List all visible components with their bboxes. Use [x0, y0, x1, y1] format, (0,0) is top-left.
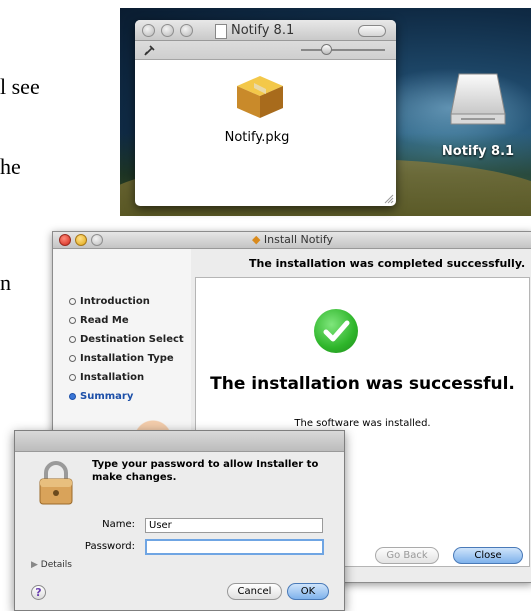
step-bullet-icon — [69, 393, 76, 400]
doc-text-fragment: n — [0, 270, 11, 295]
step-label: Introduction — [80, 296, 150, 307]
step-label: Destination Select — [80, 334, 184, 345]
minimize-window-button[interactable] — [161, 24, 174, 37]
step-introduction: Introduction — [69, 296, 150, 307]
success-title: The installation was successful. — [210, 374, 515, 394]
disclosure-triangle-icon: ▶ — [31, 560, 38, 570]
password-label: Password: — [84, 541, 135, 552]
step-bullet-icon — [69, 336, 76, 343]
step-destination-select: Destination Select — [69, 334, 184, 345]
action-icon[interactable] — [144, 44, 156, 56]
resize-grip-icon[interactable] — [384, 194, 394, 204]
help-button[interactable]: ? — [31, 585, 46, 600]
finder-title: Notify 8.1 — [231, 23, 295, 38]
ok-button[interactable]: OK — [287, 583, 329, 600]
icon-size-slider-track — [301, 49, 385, 51]
password-field[interactable] — [145, 539, 324, 555]
doc-text-fragment: he — [0, 154, 21, 179]
step-bullet-icon — [69, 317, 76, 324]
step-bullet-icon — [69, 355, 76, 362]
step-label: Installation — [80, 372, 145, 383]
lock-icon — [39, 461, 73, 505]
success-detail: The software was installed. — [294, 418, 431, 429]
installer-app-icon: ◆ — [251, 233, 261, 246]
step-installation-type: Installation Type — [69, 353, 174, 364]
package-icon[interactable] — [235, 74, 285, 120]
doc-text-fragment: l see — [0, 74, 40, 99]
step-installation: Installation — [69, 372, 144, 383]
installer-title: Install Notify — [263, 233, 334, 246]
disk-image-icon — [215, 24, 227, 39]
step-label: Read Me — [80, 315, 129, 326]
zoom-window-button[interactable] — [180, 24, 193, 37]
mounted-drive-icon[interactable] — [447, 72, 509, 126]
drive-label[interactable]: Notify 8.1 — [436, 144, 520, 159]
details-disclosure[interactable]: ▶ Details — [31, 560, 72, 570]
step-read-me: Read Me — [69, 315, 129, 326]
auth-dialog-titlebar — [15, 431, 344, 452]
installer-titlebar: ◆ Install Notify — [53, 232, 531, 249]
finder-toolbar — [135, 41, 396, 60]
package-file-label[interactable]: Notify.pkg — [207, 130, 307, 145]
finder-titlebar: Notify 8.1 — [135, 20, 396, 41]
name-field[interactable]: User — [145, 518, 323, 533]
finder-window: Notify 8.1 Notify.pkg — [135, 20, 396, 206]
go-back-button[interactable]: Go Back — [375, 547, 439, 564]
icon-size-slider[interactable] — [321, 44, 332, 55]
step-label: Installation Type — [80, 353, 174, 364]
cancel-button[interactable]: Cancel — [227, 583, 282, 600]
auth-message: Type your password to allow Installer to… — [92, 459, 319, 483]
auth-dialog: Type your password to allow Installer to… — [14, 430, 345, 611]
step-summary: Summary — [69, 391, 133, 402]
details-label: Details — [40, 560, 72, 570]
step-bullet-icon — [69, 298, 76, 305]
toolbar-toggle-button[interactable] — [358, 25, 386, 37]
step-bullet-icon — [69, 374, 76, 381]
step-label: Summary — [80, 391, 134, 402]
success-check-icon — [314, 309, 358, 353]
close-button[interactable]: Close — [453, 547, 523, 564]
close-window-button[interactable] — [142, 24, 155, 37]
installer-headline: The installation was completed successfu… — [249, 257, 526, 270]
name-label: Name: — [102, 519, 135, 530]
